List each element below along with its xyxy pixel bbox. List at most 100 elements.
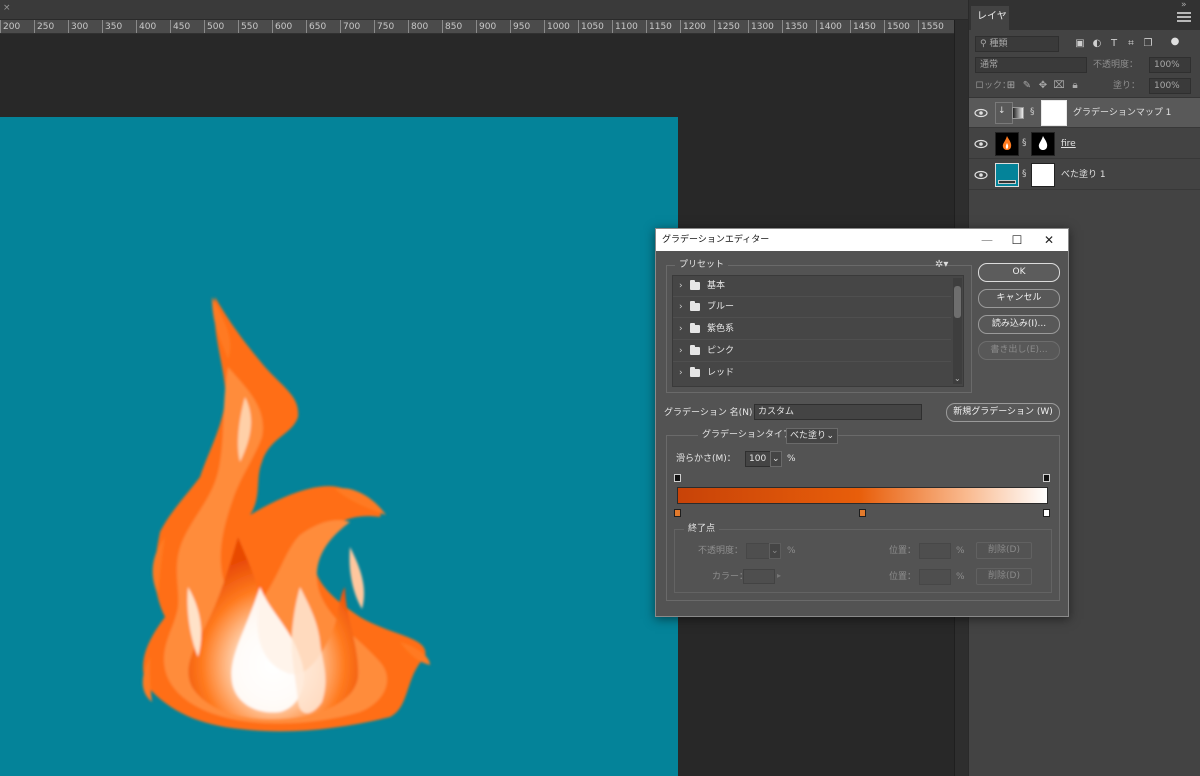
gradient-preview-bar[interactable] [677,487,1048,504]
ruler-tick: 700 [340,20,360,33]
new-gradient-button[interactable]: 新規グラデーション (W) [946,403,1060,422]
lock-all-icon[interactable]: 🔒︎ [1069,80,1081,92]
close-icon[interactable]: ✕ [1034,229,1064,251]
filter-kind-dropdown[interactable]: ⚲ 種類 [975,36,1059,52]
tab-layers[interactable]: レイヤー [971,6,1009,44]
ruler-tick: 1400 [816,20,842,33]
layer-name[interactable]: べた塗り 1 [1061,169,1106,181]
layer-row-gradient-map[interactable]: ↓ § グラデーションマップ 1 [969,98,1200,128]
preset-folder[interactable]: › レッド [673,363,951,384]
maximize-icon[interactable]: ☐ [1002,229,1032,251]
ruler-tick: 500 [204,20,224,33]
gradient-type-dropdown[interactable]: べた塗り ⌄ [786,428,838,444]
ruler-tick: 1300 [748,20,774,33]
color-stop-right[interactable] [1043,509,1050,517]
color-options-icon[interactable]: ▸ [777,571,781,580]
gradient-type-value: べた塗り [790,431,827,441]
chevron-right-icon[interactable]: › [679,346,683,356]
close-tab-icon[interactable]: × [3,2,15,14]
opacity-location-label: 位置： [889,546,917,556]
image-filter-icon[interactable]: ▣ [1074,38,1086,50]
solid-fill-thumbnail[interactable] [995,163,1019,187]
folder-icon [690,367,700,377]
layer-name[interactable]: fire [1061,138,1076,150]
search-icon: ⚲ [980,39,987,49]
presets-gear-icon[interactable]: ✲▾ [935,259,948,270]
stop-color-swatch[interactable] [743,569,775,584]
preset-folder[interactable]: › 紫色系 [673,319,951,340]
opacity-stop-right[interactable] [1043,474,1050,482]
fire-image [142,297,430,732]
shape-filter-icon[interactable]: ⌗ [1125,38,1137,50]
visibility-eye-icon[interactable] [974,138,988,150]
lock-image-icon[interactable]: ✎ [1021,80,1033,92]
lock-transparent-icon[interactable]: ⊞ [1005,80,1017,92]
blend-mode-dropdown[interactable]: 通常 [975,57,1087,73]
delete-opacity-stop-button[interactable]: 削除(D) [976,542,1032,559]
chevron-down-icon: ⌄ [826,431,834,441]
type-filter-icon[interactable]: T [1108,38,1120,50]
cancel-button[interactable]: キャンセル [978,289,1060,308]
chain-link-icon[interactable]: § [1022,138,1027,148]
lock-artboard-icon[interactable]: ⌧ [1053,80,1065,92]
stop-opacity-input[interactable] [746,543,770,559]
scroll-down-icon[interactable]: ⌄ [954,374,961,383]
export-button[interactable]: 書き出し(E)... [978,341,1060,360]
opacity-location-input[interactable] [919,543,951,559]
color-location-input[interactable] [919,569,951,585]
stop-opacity-dropdown[interactable]: ⌄ [769,543,781,559]
layer-row-solid-fill[interactable]: § べた塗り 1 [969,160,1200,190]
preset-folder-label: 紫色系 [707,324,735,334]
visibility-eye-icon[interactable] [974,169,988,181]
fire-layer-thumbnail[interactable] [995,132,1019,156]
collapse-panel-icon[interactable]: » [1181,0,1187,10]
layer-name[interactable]: グラデーションマップ 1 [1073,107,1171,119]
preset-folder[interactable]: › 基本 [673,276,951,297]
filter-toggle-icon[interactable]: ● [1169,36,1181,48]
lock-position-icon[interactable]: ✥ [1037,80,1049,92]
fire-mask-thumbnail[interactable] [1031,132,1055,156]
ok-button[interactable]: OK [978,263,1060,282]
chevron-right-icon[interactable]: › [679,324,683,334]
opacity-stop-left[interactable] [674,474,681,482]
smoothness-dropdown[interactable]: ⌄ [770,451,782,467]
panel-menu-icon[interactable] [1177,12,1191,22]
stop-opacity-label: 不透明度： [698,546,744,556]
preset-folder[interactable]: › ピンク [673,341,951,362]
presets-list[interactable]: › 基本 › ブルー › 紫色系 › ピンク › レッド ⌄ [672,275,964,387]
load-button[interactable]: 読み込み(I)... [978,315,1060,334]
scrollbar-thumb[interactable] [954,286,961,318]
visibility-eye-icon[interactable] [974,107,988,119]
clip-arrow-icon: ↓ [998,106,1006,116]
gradient-name-input[interactable]: カスタム [754,404,922,420]
ruler-tick: 600 [272,20,292,33]
opacity-label: 不透明度： [1093,60,1139,70]
folder-icon [690,280,700,290]
stop-opacity-percent: % [787,546,796,556]
fill-input[interactable]: 100% [1149,78,1191,94]
chain-link-icon[interactable]: § [1022,169,1027,179]
chevron-right-icon[interactable]: › [679,302,683,312]
chain-link-icon[interactable]: § [1030,107,1035,117]
document-canvas[interactable] [0,117,678,776]
ruler-tick: 200 [0,20,20,33]
minimize-icon[interactable]: — [972,229,1002,251]
chevron-right-icon[interactable]: › [679,368,683,378]
preset-folder[interactable]: › ブルー [673,297,951,318]
chevron-right-icon[interactable]: › [679,281,683,291]
layer-row-fire[interactable]: § fire [969,129,1200,159]
delete-color-stop-button[interactable]: 削除(D) [976,568,1032,585]
adjustment-filter-icon[interactable]: ◐ [1091,38,1103,50]
fill-mask-thumbnail[interactable] [1031,163,1055,187]
horizontal-ruler: 200 250 300 350 400 450 500 550 600 650 700 750 800 8… [0,20,954,34]
folder-icon [690,323,700,333]
ruler-tick: 1450 [850,20,876,33]
color-stop-middle[interactable] [859,509,866,517]
smoothness-input[interactable]: 100 [745,451,771,467]
layer-mask-thumbnail[interactable] [1041,100,1067,126]
dialog-title: グラデーションエディター [662,235,770,245]
color-stop-left[interactable] [674,509,681,517]
presets-scrollbar[interactable] [953,278,962,384]
opacity-input[interactable]: 100% [1149,57,1191,73]
smart-object-filter-icon[interactable]: ❐ [1142,38,1154,50]
